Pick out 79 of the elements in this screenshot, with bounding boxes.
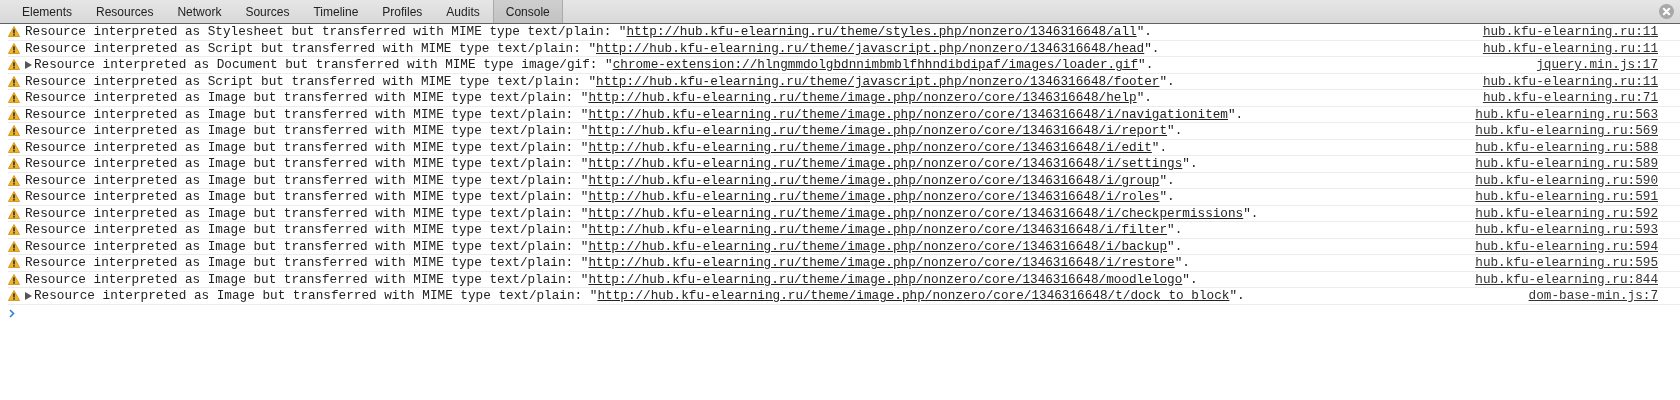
console-message: Resource interpreted as Script but transferred with MIME type text/plain: "http://hub.kfu-elearning.ru/theme/javascript.php/nonzero/1346316648/footer".	[25, 73, 1175, 89]
url-link[interactable]: http://hub.kfu-elearning.ru/theme/image.php/nonzero/core/1346316648/i/group	[588, 172, 1160, 188]
source-link[interactable]: hub.kfu-elearning.ru:569	[1475, 123, 1658, 139]
source-link[interactable]: hub.kfu-elearning.ru:595	[1475, 255, 1658, 271]
tab[interactable]: Network	[166, 0, 233, 23]
warning-icon	[8, 174, 20, 186]
tab[interactable]: Console	[492, 0, 563, 23]
source-link[interactable]: hub.kfu-elearning.ru:589	[1475, 156, 1658, 172]
warning-icon	[8, 75, 20, 87]
expand-triangle-icon[interactable]	[25, 291, 32, 300]
warning-icon	[8, 108, 20, 120]
console-message: Resource interpreted as Image but transferred with MIME type text/plain: "http://hub.kfu-elearning.ru/theme/image.php/nonzero/core/1346316648/i/checkpermissions".	[25, 205, 1259, 221]
url-link[interactable]: http://hub.kfu-elearning.ru/theme/image.php/nonzero/core/1346316648/i/edit	[588, 139, 1152, 155]
source-link[interactable]: hub.kfu-elearning.ru:11	[1482, 24, 1658, 40]
console-message: Resource interpreted as Document but transferred with MIME type image/gif: "chrome-extension://hlngmmdolgbdnnimbmblfhhndibdipaf/images/loader.gif".	[34, 57, 1154, 73]
url-link[interactable]: http://hub.kfu-elearning.ru/theme/image.php/nonzero/core/1346316648/moodlelogo	[588, 271, 1183, 287]
warning-icon	[8, 26, 20, 38]
warning-icon	[8, 125, 20, 137]
console-message: Resource interpreted as Image but transferred with MIME type text/plain: "http://hub.kfu-elearning.ru/theme/image.php/nonzero/core/1346316648/i/navigationitem".	[25, 106, 1244, 122]
tab[interactable]: Sources	[234, 0, 301, 23]
console-message: Resource interpreted as Image but transferred with MIME type text/plain: "http://hub.kfu-elearning.ru/theme/image.php/nonzero/core/1346316648/i/settings".	[25, 156, 1198, 172]
warning-icon	[8, 290, 20, 302]
console-message: Resource interpreted as Image but transferred with MIME type text/plain: "http://hub.kfu-elearning.ru/theme/image.php/nonzero/core/1346316648/i/backup".	[25, 238, 1183, 254]
url-link[interactable]: http://hub.kfu-elearning.ru/theme/image.php/nonzero/core/1346316648/i/filter	[588, 222, 1168, 238]
tab[interactable]: Resources	[85, 0, 165, 23]
warning-icon	[8, 257, 20, 269]
url-link[interactable]: http://hub.kfu-elearning.ru/theme/image.php/nonzero/core/1346316648/i/checkpermissions	[588, 205, 1244, 221]
warning-icon	[8, 224, 20, 236]
source-link[interactable]: hub.kfu-elearning.ru:71	[1482, 90, 1658, 106]
console-message: Resource interpreted as Image but transferred with MIME type text/plain: "http://hub.kfu-elearning.ru/theme/image.php/nonzero/core/1346316648/i/roles".	[25, 189, 1175, 205]
source-link[interactable]: dom-base-min.js:7	[1528, 288, 1658, 304]
warning-icon	[8, 158, 20, 170]
url-link[interactable]: http://hub.kfu-elearning.ru/theme/image.php/nonzero/core/1346316648/t/dock_to_block	[597, 288, 1230, 304]
prompt-chevron-icon	[9, 308, 15, 318]
tab[interactable]: Profiles	[371, 0, 434, 23]
source-link[interactable]: hub.kfu-elearning.ru:593	[1475, 222, 1658, 238]
source-link[interactable]: hub.kfu-elearning.ru:594	[1475, 238, 1658, 254]
warning-icon	[8, 141, 20, 153]
console-message: Resource interpreted as Image but transferred with MIME type text/plain: "http://hub.kfu-elearning.ru/theme/image.php/nonzero/core/1346316648/i/report".	[25, 123, 1183, 139]
warning-icon	[8, 42, 20, 54]
source-link[interactable]: hub.kfu-elearning.ru:588	[1475, 139, 1658, 155]
url-link[interactable]: http://hub.kfu-elearning.ru/theme/javascript.php/nonzero/1346316648/footer	[596, 73, 1160, 89]
url-link[interactable]: http://hub.kfu-elearning.ru/theme/image.php/nonzero/core/1346316648/i/report	[588, 123, 1168, 139]
url-link[interactable]: http://hub.kfu-elearning.ru/theme/image.php/nonzero/core/1346316648/help	[588, 90, 1137, 106]
source-link[interactable]: hub.kfu-elearning.ru:590	[1475, 172, 1658, 188]
console-message: Resource interpreted as Image but transferred with MIME type text/plain: "http://hub.kfu-elearning.ru/theme/image.php/nonzero/core/1346316648/moodlelogo".	[25, 271, 1198, 287]
warning-icon	[8, 59, 20, 71]
source-link[interactable]: hub.kfu-elearning.ru:11	[1482, 40, 1658, 56]
url-link[interactable]: http://hub.kfu-elearning.ru/theme/image.php/nonzero/core/1346316648/i/settings	[588, 156, 1183, 172]
source-link[interactable]: hub.kfu-elearning.ru:563	[1475, 106, 1658, 122]
console-message: Resource interpreted as Image but transferred with MIME type text/plain: "http://hub.kfu-elearning.ru/theme/image.php/nonzero/core/1346316648/i/edit".	[25, 139, 1168, 155]
tab[interactable]: Timeline	[302, 0, 370, 23]
source-link[interactable]: jquery.min.js:17	[1536, 57, 1658, 73]
console-message: Resource interpreted as Image but transferred with MIME type text/plain: "http://hub.kfu-elearning.ru/theme/image.php/nonzero/core/1346316648/i/filter".	[25, 222, 1183, 238]
url-link[interactable]: http://hub.kfu-elearning.ru/theme/javascript.php/nonzero/1346316648/head	[596, 40, 1145, 56]
console-message: Resource interpreted as Script but transferred with MIME type text/plain: "http://hub.kfu-elearning.ru/theme/javascript.php/nonzero/1346316648/head".	[25, 40, 1160, 56]
url-link[interactable]: http://hub.kfu-elearning.ru/theme/image.php/nonzero/core/1346316648/i/roles	[588, 189, 1160, 205]
warning-icon	[8, 207, 20, 219]
source-link[interactable]: hub.kfu-elearning.ru:591	[1475, 189, 1658, 205]
tab[interactable]: Elements	[11, 0, 84, 23]
console-message: Resource interpreted as Image but transferred with MIME type text/plain: "http://hub.kfu-elearning.ru/theme/image.php/nonzero/core/1346316648/i/restore".	[25, 255, 1190, 271]
source-link[interactable]: hub.kfu-elearning.ru:11	[1482, 73, 1658, 89]
tab[interactable]: Audits	[435, 0, 491, 23]
expand-triangle-icon[interactable]	[25, 60, 32, 69]
warning-icon	[8, 191, 20, 203]
url-link[interactable]: http://hub.kfu-elearning.ru/theme/styles.php/nonzero/1346316648/all	[626, 24, 1137, 40]
url-link[interactable]: http://hub.kfu-elearning.ru/theme/image.php/nonzero/core/1346316648/i/restore	[588, 255, 1175, 271]
url-link[interactable]: http://hub.kfu-elearning.ru/theme/image.php/nonzero/core/1346316648/i/backup	[588, 238, 1168, 254]
console-message: Resource interpreted as Stylesheet but transferred with MIME type text/plain: "http://hub.kfu-elearning.ru/theme/styles.php/nonzero/1346316648/all".	[25, 24, 1152, 40]
source-link[interactable]: hub.kfu-elearning.ru:844	[1475, 271, 1658, 287]
console-message: Resource interpreted as Image but transferred with MIME type text/plain: "http://hub.kfu-elearning.ru/theme/image.php/nonzero/core/1346316648/i/group".	[25, 172, 1175, 188]
warning-icon	[8, 273, 20, 285]
url-link[interactable]: http://hub.kfu-elearning.ru/theme/image.php/nonzero/core/1346316648/i/navigationitem	[588, 106, 1228, 122]
console-message: Resource interpreted as Image but transferred with MIME type text/plain: "http://hub.kfu-elearning.ru/theme/image.php/nonzero/core/1346316648/t/dock_to_block".	[34, 288, 1245, 304]
console-message: Resource interpreted as Image but transferred with MIME type text/plain: "http://hub.kfu-elearning.ru/theme/image.php/nonzero/core/1346316648/help".	[25, 90, 1152, 106]
url-link[interactable]: chrome-extension://hlngmmdolgbdnnimbmblfhhndibdipaf/images/loader.gif	[612, 57, 1138, 73]
warning-icon	[8, 240, 20, 252]
warning-icon	[8, 92, 20, 104]
source-link[interactable]: hub.kfu-elearning.ru:592	[1475, 205, 1658, 221]
